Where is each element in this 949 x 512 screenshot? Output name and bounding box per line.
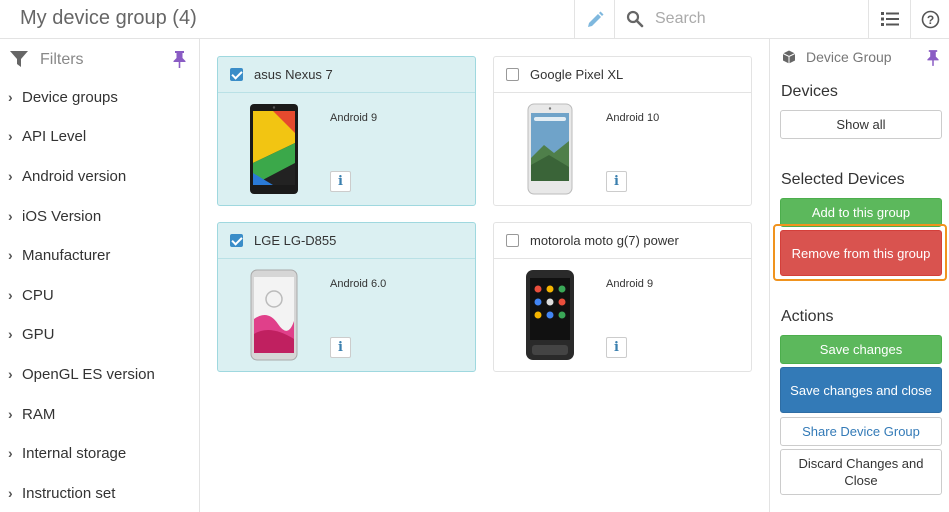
device-checkbox[interactable] bbox=[506, 234, 519, 247]
device-name: LGE LG-D855 bbox=[254, 233, 337, 248]
info-icon[interactable]: i bbox=[606, 337, 627, 358]
filter-ios-version[interactable]: › iOS Version bbox=[8, 208, 193, 230]
filter-label: Android version bbox=[22, 168, 127, 185]
chevron-right-icon: › bbox=[8, 208, 13, 224]
device-card-lge-lg-d855[interactable]: LGE LG-D855 Android 6.0 i bbox=[217, 222, 476, 372]
info-icon[interactable]: i bbox=[606, 171, 627, 192]
device-grid: asus Nexus 7 Android 9 i Google Pixel XL bbox=[201, 39, 769, 512]
info-icon[interactable]: i bbox=[330, 337, 351, 358]
device-card-asus-nexus-7[interactable]: asus Nexus 7 Android 9 i bbox=[217, 56, 476, 206]
filters-header: Filters bbox=[10, 51, 190, 71]
filter-android-version[interactable]: › Android version bbox=[8, 168, 193, 190]
list-view-icon[interactable] bbox=[881, 11, 899, 27]
device-card-header: Google Pixel XL bbox=[494, 57, 751, 93]
device-card-google-pixel-xl[interactable]: Google Pixel XL Android 10 i bbox=[493, 56, 752, 206]
cube-icon bbox=[782, 50, 796, 64]
show-all-button[interactable]: Show all bbox=[780, 110, 942, 139]
header-divider bbox=[868, 0, 869, 39]
device-os: Android 9 bbox=[330, 112, 378, 124]
header-divider bbox=[910, 0, 911, 39]
svg-text:?: ? bbox=[927, 13, 934, 27]
filter-label: RAM bbox=[22, 406, 56, 423]
chevron-right-icon: › bbox=[8, 287, 13, 303]
filter-label: Device groups bbox=[22, 89, 118, 106]
device-image bbox=[250, 269, 298, 361]
filter-ram[interactable]: › RAM bbox=[8, 406, 193, 428]
chevron-right-icon: › bbox=[8, 406, 13, 422]
device-os: Android 6.0 bbox=[330, 278, 387, 290]
chevron-right-icon: › bbox=[8, 485, 13, 501]
device-image bbox=[527, 103, 573, 195]
funnel-icon bbox=[10, 51, 28, 67]
devices-heading: Devices bbox=[781, 83, 838, 100]
page-title: My device group (4) bbox=[20, 7, 197, 29]
device-card-motorola-moto-g7-power[interactable]: motorola moto g(7) power Android 9 i bbox=[493, 222, 752, 372]
actions-heading: Actions bbox=[781, 308, 834, 325]
filter-label: GPU bbox=[22, 326, 55, 343]
search-icon bbox=[626, 10, 644, 28]
header-divider bbox=[574, 0, 575, 39]
add-to-group-button[interactable]: Add to this group bbox=[780, 198, 942, 227]
search-input[interactable] bbox=[655, 6, 855, 32]
filter-api-level[interactable]: › API Level bbox=[8, 128, 193, 150]
chevron-right-icon: › bbox=[8, 366, 13, 382]
device-name: motorola moto g(7) power bbox=[530, 233, 679, 248]
chevron-right-icon: › bbox=[8, 89, 13, 105]
remove-button-highlight bbox=[773, 224, 947, 281]
device-checkbox[interactable] bbox=[230, 234, 243, 247]
filter-manufacturer[interactable]: › Manufacturer bbox=[8, 247, 193, 269]
filter-label: Internal storage bbox=[22, 445, 127, 462]
filter-label: iOS Version bbox=[22, 208, 102, 225]
device-image bbox=[250, 104, 298, 194]
chevron-right-icon: › bbox=[8, 128, 13, 144]
filters-label: Filters bbox=[40, 51, 84, 68]
share-group-button[interactable]: Share Device Group bbox=[780, 417, 942, 446]
save-and-close-button[interactable]: Save changes and close bbox=[780, 367, 942, 413]
filter-label: API Level bbox=[22, 128, 87, 145]
help-icon[interactable]: ? bbox=[921, 10, 940, 29]
device-card-header: asus Nexus 7 bbox=[218, 57, 475, 93]
selected-devices-heading: Selected Devices bbox=[781, 171, 905, 188]
pencil-icon[interactable] bbox=[585, 10, 605, 30]
header-divider bbox=[614, 0, 615, 39]
device-name: asus Nexus 7 bbox=[254, 67, 333, 82]
filters-sidebar: Filters › Device groups › API Level › Andro… bbox=[0, 39, 200, 512]
filter-label: OpenGL ES version bbox=[22, 366, 155, 383]
filter-cpu[interactable]: › CPU bbox=[8, 287, 193, 309]
discard-and-close-button[interactable]: Discard Changes and Close bbox=[780, 449, 942, 495]
pin-icon[interactable] bbox=[926, 50, 940, 66]
chevron-right-icon: › bbox=[8, 168, 13, 184]
filter-label: Instruction set bbox=[22, 485, 116, 502]
device-name: Google Pixel XL bbox=[530, 67, 624, 82]
filter-label: Manufacturer bbox=[22, 247, 111, 264]
device-checkbox[interactable] bbox=[230, 68, 243, 81]
filter-gpu[interactable]: › GPU bbox=[8, 326, 193, 348]
chevron-right-icon: › bbox=[8, 247, 13, 263]
info-icon[interactable]: i bbox=[330, 171, 351, 192]
panel-title: Device Group bbox=[806, 49, 892, 65]
device-card-header: LGE LG-D855 bbox=[218, 223, 475, 259]
pin-icon[interactable] bbox=[172, 51, 187, 68]
filter-instruction-set[interactable]: › Instruction set bbox=[8, 485, 193, 507]
device-os: Android 10 bbox=[606, 112, 660, 124]
save-changes-button[interactable]: Save changes bbox=[780, 335, 942, 364]
filter-opengl-es-version[interactable]: › OpenGL ES version bbox=[8, 366, 193, 388]
device-checkbox[interactable] bbox=[506, 68, 519, 81]
chevron-right-icon: › bbox=[8, 445, 13, 461]
device-card-header: motorola moto g(7) power bbox=[494, 223, 751, 259]
chevron-right-icon: › bbox=[8, 326, 13, 342]
filter-label: CPU bbox=[22, 287, 54, 304]
filter-device-groups[interactable]: › Device groups bbox=[8, 89, 193, 111]
device-os: Android 9 bbox=[606, 278, 654, 290]
header-bar: My device group (4) ? bbox=[0, 0, 949, 39]
filter-internal-storage[interactable]: › Internal storage bbox=[8, 445, 193, 467]
device-image bbox=[526, 270, 574, 360]
